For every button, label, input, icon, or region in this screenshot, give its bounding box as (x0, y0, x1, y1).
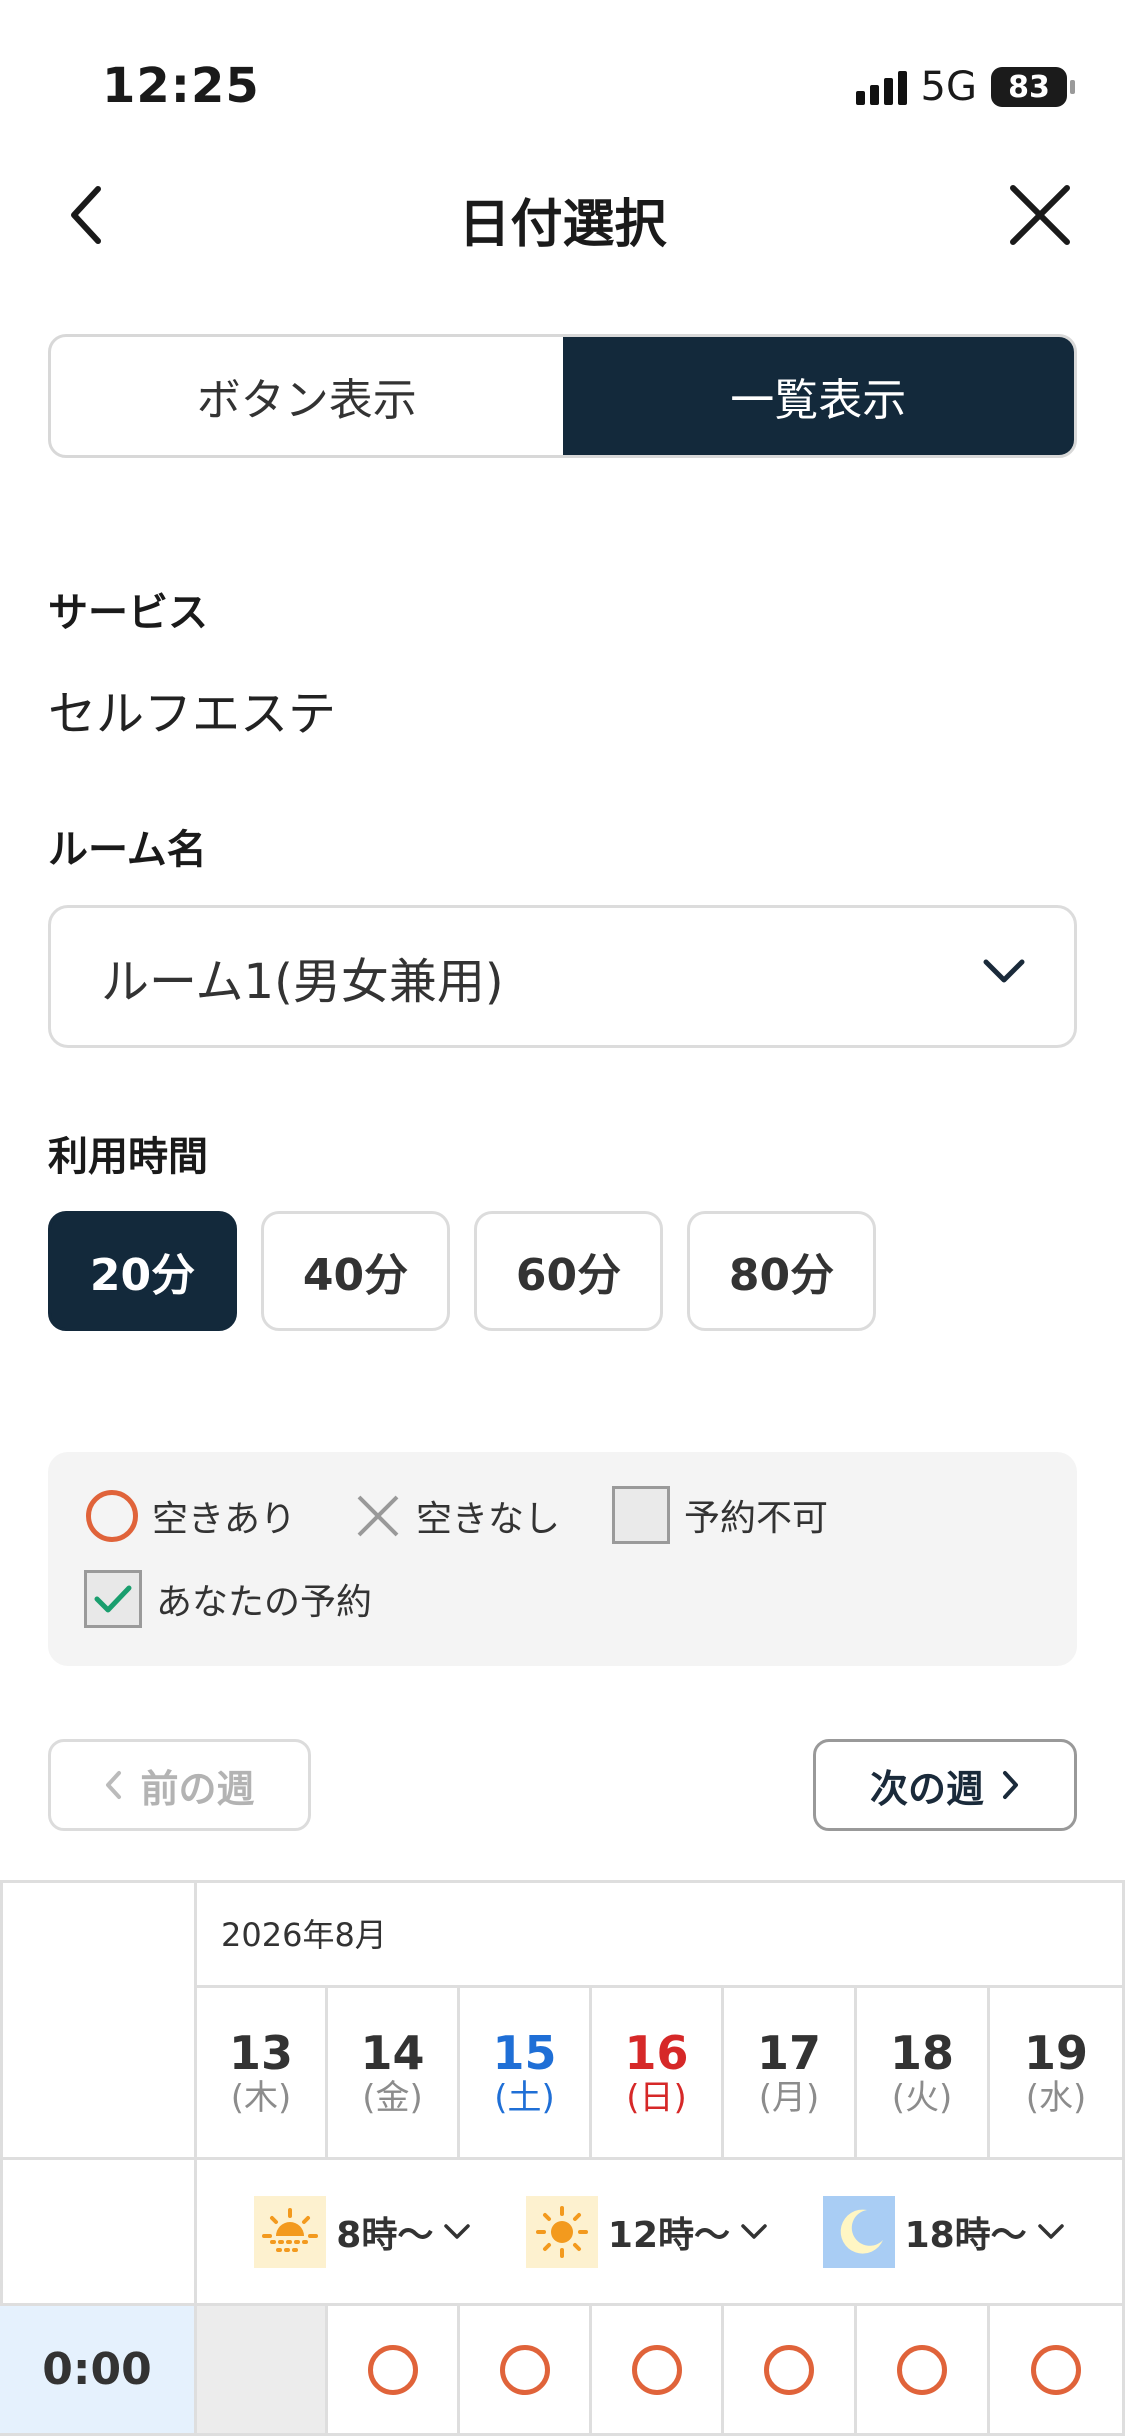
next-week-button[interactable]: 次の週 (813, 1739, 1077, 1831)
slot-available[interactable] (460, 2306, 592, 2436)
duration-options: 20分 40分 60分 80分 (48, 1211, 876, 1331)
circle-icon (367, 2344, 418, 2395)
signal-icon (855, 69, 907, 105)
circle-icon (764, 2344, 814, 2395)
close-icon (1010, 185, 1070, 245)
duration-40-button[interactable]: 40分 (261, 1211, 450, 1331)
tod-morning-label: 8時〜 (336, 2214, 434, 2256)
chevron-left-icon (106, 1771, 122, 1799)
view-toggle: ボタン表示 一覧表示 (48, 334, 1077, 458)
duration-20-button[interactable]: 20分 (48, 1211, 237, 1331)
day-header: 19 (水) (990, 1988, 1125, 2160)
day-number: 19 (1023, 2025, 1088, 2080)
circle-icon (1031, 2344, 1081, 2395)
day-weekday: (土) (494, 2078, 555, 2119)
status-bar: 12:25 5G 83 (0, 0, 1125, 150)
status-indicators: 5G 83 (855, 64, 1075, 110)
status-time: 12:25 (102, 58, 260, 114)
tod-noon-button[interactable]: 12時〜 (525, 2195, 768, 2268)
chevron-down-icon (444, 2223, 471, 2239)
slot-available[interactable] (592, 2306, 724, 2436)
slot-available[interactable] (857, 2306, 990, 2436)
battery-icon: 83 (991, 67, 1075, 107)
legend-full-label: 空きなし (416, 1499, 561, 1540)
slot-available[interactable] (724, 2306, 857, 2436)
day-weekday: (水) (1025, 2078, 1087, 2119)
tod-corner (0, 2160, 197, 2306)
room-select[interactable]: ルーム1(男女兼用) (48, 905, 1077, 1048)
close-button[interactable] (1007, 182, 1073, 248)
legend-mine: あなたの予約 (84, 1570, 372, 1628)
service-value: セルフエステ (48, 686, 337, 742)
day-weekday: (火) (891, 2078, 953, 2119)
legend: 空きあり 空きなし 予約不可 あなたの予約 (48, 1452, 1077, 1666)
legend-available-label: 空きあり (152, 1499, 297, 1540)
day-weekday: (日) (626, 2078, 687, 2119)
tod-evening-label: 18時〜 (904, 2214, 1027, 2256)
circle-icon (631, 2344, 682, 2395)
legend-mine-label: あなたの予約 (156, 1582, 373, 1623)
checkmark-icon (84, 1570, 142, 1628)
gray-box-icon (612, 1486, 670, 1544)
legend-unavailable-label: 予約不可 (684, 1498, 829, 1539)
tab-list-view[interactable]: 一覧表示 (562, 337, 1074, 455)
day-number: 15 (492, 2025, 557, 2080)
tod-morning-button[interactable]: 8時〜 (254, 2195, 471, 2268)
day-header: 14 (金) (328, 1988, 460, 2160)
legend-unavailable: 予約不可 (612, 1486, 828, 1544)
prev-week-button[interactable]: 前の週 (48, 1739, 311, 1831)
next-week-label: 次の週 (869, 1766, 984, 1811)
day-header: 18 (火) (857, 1988, 990, 2160)
sun-icon (525, 2195, 598, 2268)
duration-80-button[interactable]: 80分 (687, 1211, 876, 1331)
room-select-value: ルーム1(男女兼用) (101, 953, 504, 1010)
time-label: 0:00 (0, 2306, 197, 2436)
tod-evening-button[interactable]: 18時〜 (822, 2195, 1065, 2268)
chevron-down-icon (983, 959, 1025, 983)
circle-icon (897, 2344, 947, 2395)
calendar-table: 2026年8月 13 (木) 14 (金) 15 (土) 16 (日) 17 (… (0, 1880, 1125, 2436)
duration-60-button[interactable]: 60分 (474, 1211, 663, 1331)
calendar-corner (0, 1880, 197, 2160)
room-label: ルーム名 (48, 827, 207, 873)
slot-unavailable (197, 2306, 328, 2436)
circle-icon (499, 2344, 550, 2395)
day-header: 15 (土) (460, 1988, 592, 2160)
chevron-right-icon (1003, 1771, 1018, 1799)
day-number: 18 (889, 2025, 954, 2080)
day-number: 14 (360, 2025, 425, 2080)
day-header: 17 (月) (724, 1988, 857, 2160)
chevron-down-icon (1037, 2223, 1064, 2239)
header: 日付選択 (0, 170, 1125, 260)
day-weekday: (木) (230, 2078, 292, 2119)
tod-noon-label: 12時〜 (607, 2214, 731, 2256)
sunrise-icon (254, 2195, 327, 2268)
chevron-down-icon (741, 2223, 767, 2239)
tab-button-view[interactable]: ボタン表示 (51, 337, 563, 455)
time-of-day-row: 8時〜 12時〜 18時〜 (197, 2160, 1125, 2306)
month-label: 2026年8月 (197, 1880, 1125, 1988)
day-weekday: (金) (362, 2078, 423, 2119)
legend-available: 空きあり (86, 1490, 296, 1542)
day-number: 16 (624, 2025, 689, 2080)
page-title: 日付選択 (458, 195, 667, 255)
circle-icon (86, 1490, 138, 1542)
service-label: サービス (48, 590, 208, 636)
prev-week-label: 前の週 (140, 1766, 255, 1811)
network-type: 5G (920, 64, 977, 110)
day-number: 17 (756, 2025, 821, 2080)
duration-label: 利用時間 (48, 1134, 208, 1180)
day-header: 13 (木) (197, 1988, 328, 2160)
day-header: 16 (日) (592, 1988, 724, 2160)
day-weekday: (月) (758, 2078, 820, 2119)
day-number: 13 (228, 2025, 293, 2080)
moon-icon (822, 2195, 895, 2268)
slot-available[interactable] (990, 2306, 1125, 2436)
legend-full: 空きなし (354, 1490, 560, 1542)
cross-icon (357, 1495, 399, 1537)
slot-available[interactable] (328, 2306, 460, 2436)
